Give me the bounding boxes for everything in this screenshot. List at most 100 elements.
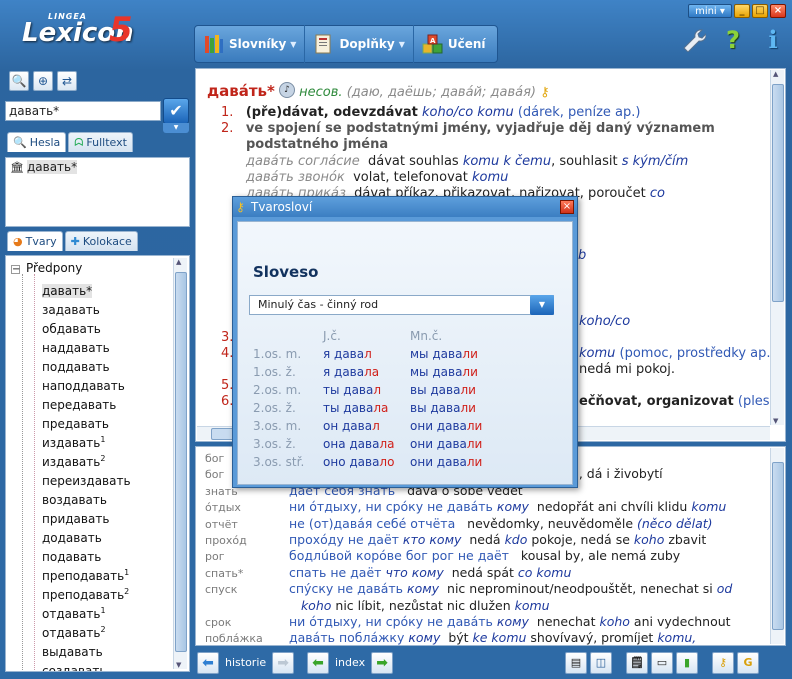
tree-item[interactable]: наподдавать (6, 373, 189, 393)
scroll-down-icon[interactable]: ▼ (176, 661, 181, 669)
tree-item[interactable]: передавать (6, 392, 189, 412)
collocation-row[interactable]: koho nic líbit, nezůstat nic dlužen komu (205, 598, 550, 613)
collocation-row[interactable]: прохóд прохóду не даёт кто кому nedá kdo … (205, 532, 706, 547)
layout-icon[interactable]: ▤ (565, 652, 587, 674)
tree-item[interactable]: обдавать (6, 316, 189, 336)
menu-doplnky[interactable]: Doplňky ▼ (305, 25, 414, 63)
tree-item[interactable]: наддавать (6, 335, 189, 355)
collocation-row[interactable]: спуск спýску не давáть кому nic nepromino… (205, 581, 732, 596)
tree-item[interactable]: отдавать1 (6, 601, 189, 621)
plural-form: они давали (410, 455, 483, 469)
zoom-in-icon[interactable]: ⊕ (33, 71, 53, 91)
dialog-title-bar[interactable]: ⚷ Tvarosloví × (233, 197, 577, 217)
collocations-scrollbar[interactable] (770, 448, 784, 644)
scroll-thumb[interactable] (772, 462, 784, 630)
collocation-row[interactable]: óтдых ни óтдыху, ни срóку не давáть кому … (205, 499, 726, 514)
dialog-body: Sloveso Minulý čas - činný rod ▼ J.č. Mn… (237, 221, 573, 485)
index-next-button[interactable]: ➡ (371, 652, 394, 674)
tree-item[interactable]: выдавать (6, 639, 189, 659)
maximize-button[interactable]: □ (752, 4, 768, 18)
part-of-speech: Sloveso (253, 263, 319, 281)
tree-item[interactable]: додавать (6, 525, 189, 545)
scroll-thumb[interactable] (175, 272, 187, 652)
partial-text: komu (pomoc, prostředky ap.) (579, 346, 776, 361)
search-input[interactable]: давать* (5, 101, 161, 121)
info-icon[interactable]: i (760, 26, 786, 54)
notes-icon[interactable]: 🗒 (626, 652, 648, 674)
top-tabs: 🔍 Hesla ᗣ Fulltext (7, 132, 133, 152)
collocation-row[interactable]: рог бодлúвой корóве бог рог не даёт kousa… (205, 548, 680, 563)
tab-hesla[interactable]: 🔍 Hesla (7, 132, 67, 152)
search-go-button[interactable]: ✔ (163, 98, 189, 124)
tree-root[interactable]: − Předpony (6, 259, 189, 278)
tree-item[interactable]: отдавать2 (6, 620, 189, 640)
help-icon[interactable]: ? (720, 26, 746, 54)
tree-item[interactable]: предавать (6, 411, 189, 431)
tree-item[interactable]: создавать (6, 658, 189, 671)
pie-icon: ◕ (13, 235, 23, 248)
book-icon[interactable]: ▮ (676, 652, 698, 674)
person-label: 2.os. m. (253, 383, 302, 397)
tree-item[interactable]: преподавать1 (6, 563, 189, 583)
scroll-thumb[interactable] (772, 84, 784, 302)
tree-item[interactable]: воздавать (6, 487, 189, 507)
tree-item[interactable]: подавать (6, 544, 189, 564)
singular-form: ты давал (323, 383, 382, 397)
tree-item[interactable]: издавать1 (6, 430, 189, 450)
grammar-icon[interactable]: G (737, 652, 759, 674)
minimize-button[interactable]: _ (734, 4, 750, 18)
singular-form: она давала (323, 437, 395, 451)
swap-direction-icon[interactable]: ⇄ (57, 71, 77, 91)
chevron-down-icon[interactable]: ▼ (530, 295, 554, 315)
tense-select[interactable]: Minulý čas - činný rod ▼ (249, 295, 554, 315)
collocation-row[interactable]: спать* спать не даёт что кому nedá spát c… (205, 565, 571, 580)
sound-icon[interactable]: ♪ (279, 82, 296, 98)
sense-1: 1. (pře)dávat, odevzdávat koho/co komu (… (221, 105, 641, 120)
plural-form: мы давали (410, 365, 478, 379)
key-icon[interactable]: ⚷ (712, 652, 734, 674)
wrench-icon[interactable] (680, 26, 707, 54)
tab-tvary[interactable]: ◕ Tvary (7, 231, 63, 251)
partial-text: nedá mi pokoj. (579, 362, 675, 377)
menu-uceni[interactable]: A Učení (414, 25, 494, 63)
example-2: давáть звонóк volat, telefonovat komu (246, 170, 509, 185)
scroll-down-icon[interactable]: ▼ (773, 417, 778, 425)
tree-item[interactable]: преподавать2 (6, 582, 189, 602)
split-view-icon[interactable]: ◫ (590, 652, 612, 674)
tree-scrollbar[interactable]: ▲ ▼ (173, 258, 187, 669)
collocation-row[interactable]: отчёт не (от)давáя себé отчёта nevědomky,… (205, 516, 713, 531)
collocation-row[interactable]: срок ни óтдыху, ни срóку не давáть кому n… (205, 614, 731, 629)
card-icon[interactable]: ▭ (651, 652, 673, 674)
tree-item[interactable]: давать* (6, 278, 189, 298)
tree-item[interactable]: издавать2 (6, 449, 189, 469)
search-icon[interactable]: 🔍 (9, 71, 29, 91)
index-prev-button[interactable]: ⬅ (307, 652, 329, 674)
history-forward-button[interactable]: ➡ (272, 652, 295, 674)
mini-mode-button[interactable]: mini ▾ (688, 4, 732, 18)
search-dropdown-button[interactable]: ▼ (163, 123, 189, 133)
tree-item[interactable]: задавать (6, 297, 189, 317)
tree-item[interactable]: переиздавать (6, 468, 189, 488)
key-icon[interactable]: ⚷ (540, 85, 550, 100)
tree-item[interactable]: поддавать (6, 354, 189, 374)
tab-kolokace[interactable]: ✚ Kolokace (64, 231, 138, 251)
scroll-up-icon[interactable]: ▲ (176, 258, 181, 266)
list-item[interactable]: 🏛 давать* (6, 158, 189, 176)
collocation-row[interactable]: поблáжка давáть поблáжку кому být ke komu… (205, 630, 696, 645)
person-label: 3.os. m. (253, 419, 302, 433)
dialog-close-button[interactable]: × (560, 200, 574, 214)
close-window-button[interactable]: × (770, 4, 786, 18)
menu-slovniky[interactable]: Slovníky ▼ (195, 25, 306, 63)
plural-form: мы давали (410, 347, 478, 361)
collapse-icon[interactable]: − (11, 265, 20, 275)
entry-vscrollbar[interactable]: ▲ ▼ (770, 70, 784, 425)
search-tools: 🔍 ⊕ ⇄ (9, 71, 77, 91)
history-back-button[interactable]: ⬅ (197, 652, 219, 674)
singular-form: я давал (323, 347, 372, 361)
scroll-up-icon[interactable]: ▲ (773, 70, 778, 78)
tree-item[interactable]: придавать (6, 506, 189, 526)
key-icon: ⚷ (236, 200, 245, 214)
person-label: 1.os. ž. (253, 365, 296, 379)
tab-fulltext[interactable]: ᗣ Fulltext (68, 132, 133, 152)
prefix-tree: − Předpony давать* задавать обдавать наддава… (6, 256, 189, 671)
